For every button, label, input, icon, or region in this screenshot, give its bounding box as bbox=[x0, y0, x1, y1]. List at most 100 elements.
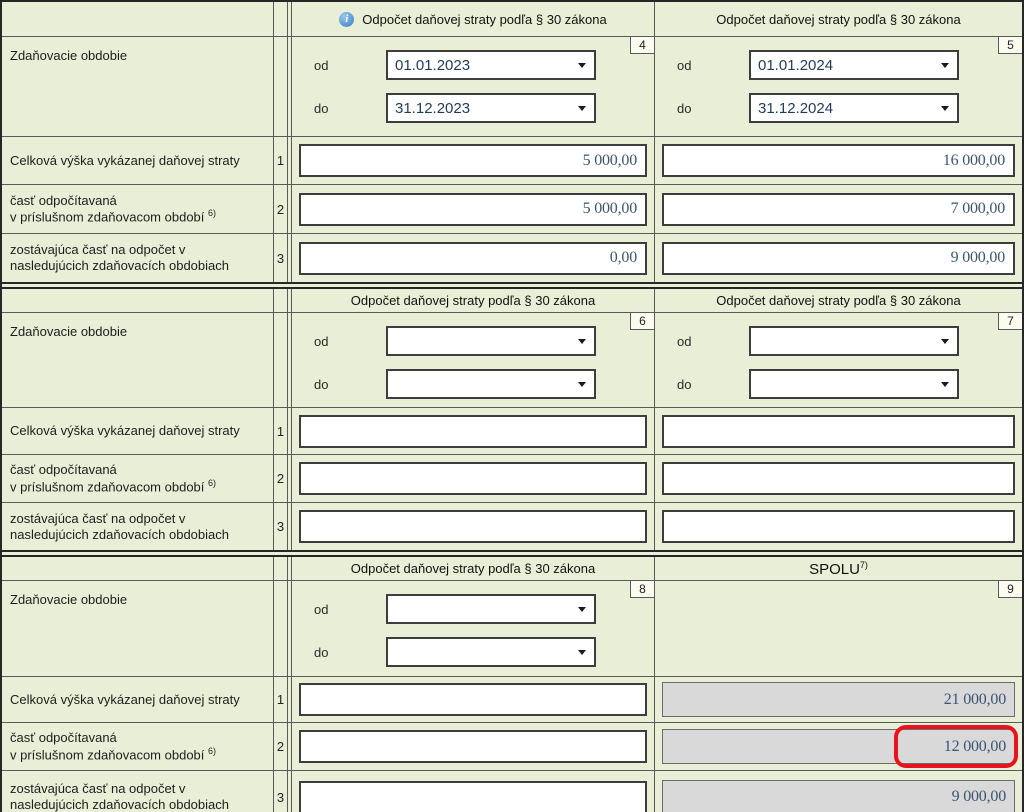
date-select-do-4[interactable]: 31.12.2023 bbox=[386, 93, 596, 123]
date-select-od-5[interactable]: 01.01.2024 bbox=[749, 50, 959, 80]
date-row-od: od bbox=[314, 594, 654, 624]
amount-cell: 16 000,00 bbox=[655, 137, 1022, 185]
footnote-6: 6) bbox=[208, 208, 216, 218]
amount-cell: 5 000,00 bbox=[292, 185, 655, 234]
column-header-6: Odpočet daňovej straty podľa § 30 zákona bbox=[292, 289, 655, 313]
date-select-do-6[interactable] bbox=[386, 369, 596, 399]
form-section-2: Odpočet daňovej straty podľa § 30 zákona… bbox=[2, 289, 1022, 550]
column-header-5: Odpočet daňovej straty podľa § 30 zákona bbox=[655, 2, 1022, 37]
total-value: 9 000,00 bbox=[952, 788, 1006, 806]
num-col-spacer bbox=[274, 313, 288, 408]
amount-cell: 5 000,00 bbox=[292, 137, 655, 185]
date-select-do-8[interactable] bbox=[386, 637, 596, 667]
amount-cell bbox=[292, 408, 655, 455]
date-row-od: od 01.01.2024 bbox=[677, 50, 1022, 80]
period-label: Zdaňovacie obdobie bbox=[10, 324, 127, 340]
date-select-od-4[interactable]: 01.01.2023 bbox=[386, 50, 596, 80]
amount-value: 9 000,00 bbox=[951, 249, 1005, 267]
amount-field[interactable] bbox=[299, 462, 647, 495]
row-label-period: Zdaňovacie obdobie bbox=[2, 37, 274, 137]
od-label: od bbox=[677, 334, 749, 349]
do-label: do bbox=[314, 645, 386, 660]
date-row-od: od 01.01.2023 bbox=[314, 50, 654, 80]
info-icon[interactable]: i bbox=[339, 12, 354, 27]
amount-field[interactable] bbox=[299, 683, 647, 716]
corner-cell bbox=[2, 557, 274, 581]
row-number-3: 3 bbox=[274, 503, 288, 550]
dropdown-arrow-icon bbox=[578, 607, 586, 612]
num-col-spacer bbox=[274, 581, 288, 677]
amount-field[interactable]: 5 000,00 bbox=[299, 193, 647, 226]
period-cell-9: 9 bbox=[655, 581, 1022, 677]
row1-label: Celková výška vykázanej daňovej straty bbox=[10, 423, 240, 439]
dropdown-arrow-icon bbox=[578, 382, 586, 387]
column-header-7: Odpočet daňovej straty podľa § 30 zákona bbox=[655, 289, 1022, 313]
amount-field[interactable] bbox=[662, 462, 1015, 495]
row-number-1: 1 bbox=[274, 408, 288, 455]
row-label-period: Zdaňovacie obdobie bbox=[2, 313, 274, 408]
do-label: do bbox=[677, 377, 749, 392]
amount-value: 5 000,00 bbox=[583, 200, 637, 218]
section-separator bbox=[2, 282, 1022, 289]
row-label-3: zostávajúca časť na odpočet vnasledujúci… bbox=[2, 771, 274, 812]
row-label-2: časť odpočítavanáv príslušnom zdaňovacom… bbox=[2, 185, 274, 234]
date-select-od-8[interactable] bbox=[386, 594, 596, 624]
dropdown-arrow-icon bbox=[578, 650, 586, 655]
amount-field[interactable] bbox=[299, 510, 647, 543]
row3-label: zostávajúca časť na odpočet vnasledujúci… bbox=[10, 242, 229, 273]
amount-field[interactable]: 7 000,00 bbox=[662, 193, 1015, 226]
dropdown-arrow-icon bbox=[941, 63, 949, 68]
amount-field[interactable]: 5 000,00 bbox=[299, 144, 647, 177]
spolu-label: SPOLU7) bbox=[809, 560, 868, 578]
total-cell: 21 000,00 bbox=[655, 677, 1022, 723]
total-value: 12 000,00 bbox=[944, 738, 1006, 756]
period-cell-8: 8 od do bbox=[292, 581, 655, 677]
row-number-1: 1 bbox=[274, 677, 288, 723]
num-col-spacer bbox=[274, 557, 288, 581]
amount-field[interactable] bbox=[662, 415, 1015, 448]
do-label: do bbox=[314, 101, 386, 116]
corner-cell bbox=[2, 2, 274, 37]
row-number-3: 3 bbox=[274, 234, 288, 282]
row2-label: časť odpočítavanáv príslušnom zdaňovacom… bbox=[10, 193, 216, 226]
amount-field[interactable] bbox=[662, 510, 1015, 543]
amount-value: 5 000,00 bbox=[583, 152, 637, 170]
column-header-label: Odpočet daňovej straty podľa § 30 zákona bbox=[362, 12, 606, 27]
footnote-6: 6) bbox=[208, 746, 216, 756]
column-header-label: Odpočet daňovej straty podľa § 30 zákona bbox=[716, 12, 960, 27]
row-label-1: Celková výška vykázanej daňovej straty bbox=[2, 137, 274, 185]
date-select-do-5[interactable]: 31.12.2024 bbox=[749, 93, 959, 123]
tax-loss-deduction-table: i Odpočet daňovej straty podľa § 30 záko… bbox=[0, 0, 1024, 812]
date-select-do-7[interactable] bbox=[749, 369, 959, 399]
date-row-do: do bbox=[314, 637, 654, 667]
footnote-6: 6) bbox=[208, 478, 216, 488]
total-value: 21 000,00 bbox=[944, 691, 1006, 709]
amount-field[interactable]: 0,00 bbox=[299, 242, 647, 275]
date-row-do: do 31.12.2023 bbox=[314, 93, 654, 123]
total-cell: 12 000,00 bbox=[655, 723, 1022, 771]
dropdown-arrow-icon bbox=[578, 339, 586, 344]
amount-cell bbox=[292, 723, 655, 771]
dropdown-arrow-icon bbox=[941, 106, 949, 111]
amount-field[interactable] bbox=[299, 781, 647, 812]
row-label-3: zostávajúca časť na odpočet vnasledujúci… bbox=[2, 234, 274, 282]
column-header-label: Odpočet daňovej straty podľa § 30 zákona bbox=[351, 561, 595, 576]
row-number-2: 2 bbox=[274, 455, 288, 503]
total-cell: 9 000,00 bbox=[655, 771, 1022, 812]
amount-field[interactable] bbox=[299, 415, 647, 448]
date-select-od-7[interactable] bbox=[749, 326, 959, 356]
footnote-7: 7) bbox=[860, 560, 868, 570]
field-number-badge: 8 bbox=[630, 581, 654, 598]
dropdown-arrow-icon bbox=[941, 382, 949, 387]
section-separator bbox=[2, 550, 1022, 557]
amount-field[interactable]: 9 000,00 bbox=[662, 242, 1015, 275]
amount-field[interactable] bbox=[299, 730, 647, 763]
row2-label: časť odpočítavanáv príslušnom zdaňovacom… bbox=[10, 730, 216, 763]
total-amount-field: 21 000,00 bbox=[662, 682, 1015, 717]
date-select-od-6[interactable] bbox=[386, 326, 596, 356]
dropdown-arrow-icon bbox=[578, 106, 586, 111]
row-number-1: 1 bbox=[274, 137, 288, 185]
amount-field[interactable]: 16 000,00 bbox=[662, 144, 1015, 177]
num-col-spacer bbox=[274, 289, 288, 313]
do-label: do bbox=[677, 101, 749, 116]
